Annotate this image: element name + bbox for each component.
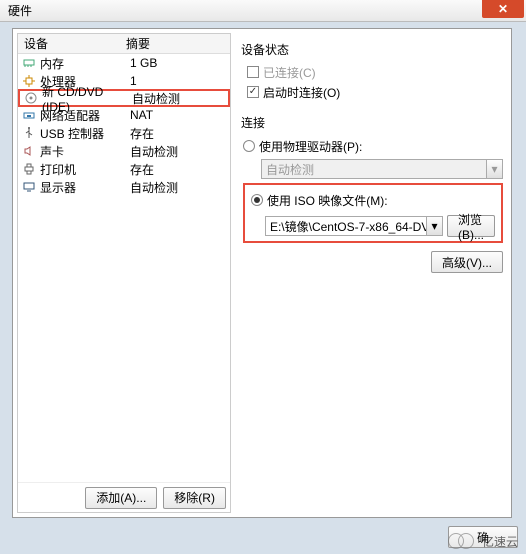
iso-path-combo[interactable]: E:\镜像\CentOS-7-x86_64-DVD ▾ (265, 216, 443, 236)
use-iso-label: 使用 ISO 映像文件(M): (267, 192, 388, 209)
device-row-printer[interactable]: 打印机存在 (18, 160, 230, 178)
memory-icon (22, 56, 36, 70)
device-name: 打印机 (40, 161, 126, 178)
connected-label: 已连接(C) (263, 64, 316, 81)
printer-icon (22, 162, 36, 176)
sound-icon (22, 144, 36, 158)
header-device: 设备 (18, 35, 122, 52)
connected-checkbox (247, 66, 259, 78)
cd-icon (24, 91, 38, 105)
use-physical-label: 使用物理驱动器(P): (259, 138, 362, 155)
advanced-button[interactable]: 高级(V)... (431, 251, 503, 273)
connect-on-start-label: 启动时连接(O) (263, 84, 340, 101)
device-name: USB 控制器 (40, 125, 126, 142)
browse-button[interactable]: 浏览(B)... (447, 215, 495, 237)
device-row-net[interactable]: 网络适配器NAT (18, 106, 230, 124)
device-name: 内存 (40, 55, 126, 72)
hardware-dialog: 设备 摘要 内存1 GB处理器1新 CD/DVD (IDE)自动检测网络适配器N… (12, 28, 512, 518)
iso-highlight-box: 使用 ISO 映像文件(M): E:\镜像\CentOS-7-x86_64-DV… (243, 183, 503, 243)
chevron-down-icon: ▾ (486, 160, 502, 178)
add-button[interactable]: 添加(A)... (85, 487, 157, 509)
watermark: 亿速云 (448, 532, 518, 550)
display-icon (22, 180, 36, 194)
watermark-text: 亿速云 (482, 533, 518, 550)
close-icon: ✕ (498, 2, 508, 16)
device-row-usb[interactable]: USB 控制器存在 (18, 124, 230, 142)
physical-drive-value: 自动检测 (266, 161, 314, 178)
device-pane: 设备 摘要 内存1 GB处理器1新 CD/DVD (IDE)自动检测网络适配器N… (17, 33, 231, 513)
device-summary: 存在 (126, 125, 230, 142)
device-summary: 自动检测 (126, 143, 230, 160)
connect-on-start-checkbox[interactable] (247, 86, 259, 98)
watermark-icon (448, 532, 478, 550)
list-header: 设备 摘要 (18, 34, 230, 54)
net-icon (22, 108, 36, 122)
use-physical-radio[interactable] (243, 140, 255, 152)
header-summary: 摘要 (122, 35, 230, 52)
remove-button[interactable]: 移除(R) (163, 487, 226, 509)
device-name: 显示器 (40, 179, 126, 196)
device-summary: 自动检测 (126, 179, 230, 196)
cpu-icon (22, 74, 36, 88)
device-summary: NAT (126, 108, 230, 122)
device-row-cd[interactable]: 新 CD/DVD (IDE)自动检测 (18, 89, 230, 107)
chevron-down-icon[interactable]: ▾ (426, 217, 442, 235)
use-iso-radio[interactable] (251, 194, 263, 206)
connection-title: 连接 (241, 114, 503, 131)
device-summary: 1 GB (126, 56, 230, 70)
device-summary: 自动检测 (128, 90, 228, 107)
device-list[interactable]: 设备 摘要 内存1 GB处理器1新 CD/DVD (IDE)自动检测网络适配器N… (18, 34, 230, 482)
device-name: 声卡 (40, 143, 126, 160)
window-title: 硬件 (8, 2, 32, 19)
usb-icon (22, 126, 36, 140)
close-button[interactable]: ✕ (482, 0, 524, 18)
device-row-display[interactable]: 显示器自动检测 (18, 178, 230, 196)
device-row-memory[interactable]: 内存1 GB (18, 54, 230, 72)
physical-drive-combo: 自动检测 ▾ (261, 159, 503, 179)
device-summary: 存在 (126, 161, 230, 178)
device-status-title: 设备状态 (241, 41, 503, 58)
settings-pane: 设备状态 已连接(C) 启动时连接(O) 连接 使用物理驱动器(P): (231, 33, 507, 513)
device-name: 网络适配器 (40, 107, 126, 124)
device-row-sound[interactable]: 声卡自动检测 (18, 142, 230, 160)
device-summary: 1 (126, 74, 230, 88)
iso-path-value: E:\镜像\CentOS-7-x86_64-DVD (270, 218, 438, 235)
